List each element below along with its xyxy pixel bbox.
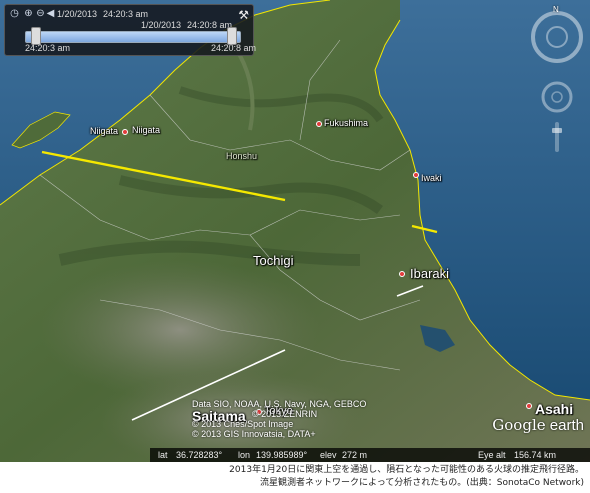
- status-bar: lat 36.728283° lon 139.985989° elev 272 …: [150, 448, 590, 462]
- start-date: 1/20/2013: [57, 9, 98, 19]
- wrench-icon[interactable]: ⚒: [238, 8, 249, 22]
- end-time: 24:20:8 am: [187, 20, 233, 30]
- logo-google: Google: [492, 416, 546, 434]
- lat-label: lat: [158, 450, 168, 460]
- place-label-fukushima: Fukushima: [324, 118, 369, 128]
- range-end-label: 24:20:8 am: [211, 43, 257, 53]
- look-joystick-icon[interactable]: [546, 26, 568, 48]
- place-label-niigata-city: Niigata: [132, 125, 161, 135]
- range-start-label: 24:20:3 am: [25, 43, 71, 53]
- place-label-niigata: Niigata: [90, 126, 119, 136]
- place-marker-ibaraki[interactable]: [399, 271, 405, 277]
- lon-label: lon: [238, 450, 251, 460]
- zoom-in-time-icon[interactable]: ⊕: [23, 8, 34, 19]
- caption: 2013年1月20日に関東上空を通過し、隕石となった可能性のある火球の推定飛行径…: [0, 464, 590, 493]
- screenshot-root: Niigata Niigata Fukushima Honshu Iwaki T…: [0, 0, 590, 493]
- navigation-controls: N: [528, 4, 586, 154]
- attribution: Data SIO, NOAA, U.S. Navy, NGA, GEBCO © …: [192, 399, 366, 439]
- end-date: 1/20/2013: [141, 20, 182, 30]
- caption-line-2: 流星観測者ネットワークによって分析されたもの。(出典：SonotaCo Netw…: [259, 478, 584, 488]
- elev-label: elev: [320, 450, 337, 460]
- eye-alt-value: 156.74 km: [514, 450, 557, 460]
- place-label-iwaki: Iwaki: [421, 173, 442, 183]
- zoom-slider-thumb[interactable]: [552, 128, 562, 133]
- time-slider-track[interactable]: [25, 31, 241, 43]
- map-view[interactable]: Niigata Niigata Fukushima Honshu Iwaki T…: [0, 0, 590, 462]
- compass-north-label: N: [553, 5, 559, 14]
- place-label-ibaraki: Ibaraki: [410, 266, 450, 281]
- place-marker-niigata[interactable]: [122, 129, 128, 135]
- start-time: 24:20:3 am: [103, 9, 149, 19]
- lon-value: 139.985989°: [256, 450, 308, 460]
- attribution-line-1: Data SIO, NOAA, U.S. Navy, NGA, GEBCO: [192, 399, 367, 409]
- place-label-asahi: Asahi: [535, 401, 574, 417]
- nav-graphics: [531, 11, 583, 152]
- time-slider-panel: ◷ ⊕ ⊖ ◀ 1/20/2013 24:20:3 am 1/20/2013 2…: [4, 4, 257, 56]
- attribution-line-4: © 2013 GIS Innovatsia, DATA+: [192, 429, 316, 439]
- zoom-slider-icon[interactable]: [555, 122, 559, 152]
- elev-value: 272 m: [342, 450, 368, 460]
- place-marker-fukushima[interactable]: [316, 121, 322, 127]
- move-joystick-icon[interactable]: [541, 81, 573, 113]
- place-marker-asahi[interactable]: [526, 403, 532, 409]
- place-label-tochigi: Tochigi: [253, 253, 294, 268]
- eye-alt-label: Eye alt: [478, 450, 506, 460]
- place-marker-iwaki[interactable]: [413, 172, 419, 178]
- logo-earth: earth: [549, 417, 584, 434]
- caption-line-1: 2013年1月20日に関東上空を通過し、隕石となった可能性のある火球の推定飛行径…: [229, 465, 584, 475]
- place-label-honshu: Honshu: [226, 151, 258, 161]
- look-ring[interactable]: [531, 11, 583, 63]
- lat-value: 36.728283°: [176, 450, 223, 460]
- google-earth-logo: Google earth: [492, 416, 584, 434]
- clock-icon[interactable]: ◷: [9, 8, 20, 19]
- terrain-layer: [0, 0, 590, 462]
- attribution-line-3: © 2013 Cnes/Spot Image: [192, 419, 294, 429]
- attribution-line-2: © 2013 ZENRIN: [252, 409, 318, 419]
- step-back-icon[interactable]: ◀: [45, 8, 56, 19]
